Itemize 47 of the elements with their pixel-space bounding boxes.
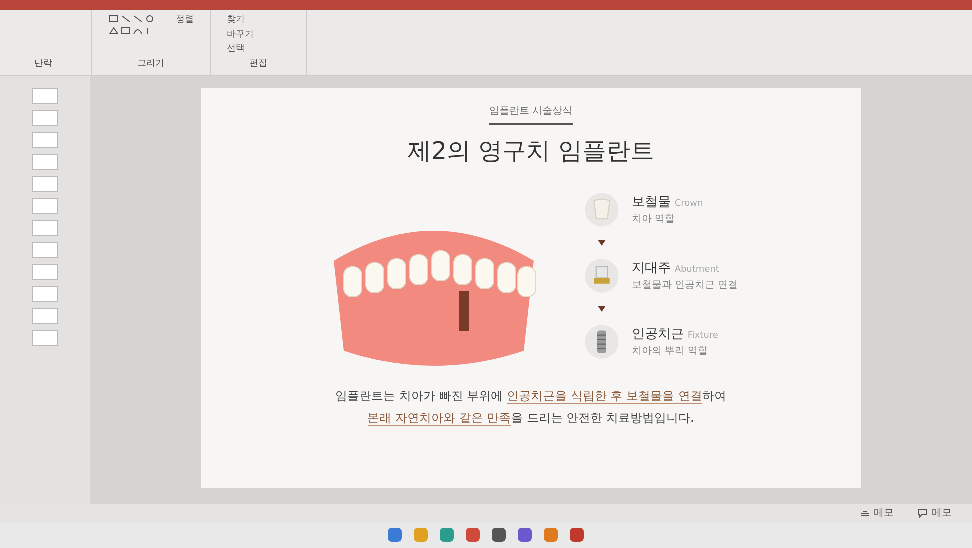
taskbar-app-icon[interactable]: [466, 528, 480, 542]
edit-menu-item[interactable]: 찾기: [227, 14, 254, 28]
notes-button[interactable]: 메모: [856, 506, 898, 520]
taskbar-app-icon[interactable]: [388, 528, 402, 542]
part-name: 지대주: [632, 260, 671, 278]
slide-thumbnail[interactable]: [32, 88, 58, 104]
slide-title: 제2의 영구치 임플란트: [408, 136, 654, 167]
part-description: 치아 역할: [632, 213, 676, 228]
edit-menu-item[interactable]: 선택: [227, 43, 254, 56]
slide-thumbnail[interactable]: [32, 132, 58, 148]
slide-thumbnail[interactable]: [32, 176, 58, 192]
slide-thumbnail[interactable]: [32, 198, 58, 214]
group-label: 단락: [34, 58, 52, 70]
slide-thumbnail[interactable]: [32, 330, 58, 346]
taskbar-app-icon[interactable]: [492, 528, 506, 542]
taskbar-app-icon[interactable]: [570, 528, 584, 542]
slide-thumbnail[interactable]: [32, 286, 58, 302]
down-arrow-icon: [598, 240, 606, 246]
part-description: 보철물과 인공치근 연결: [632, 279, 738, 294]
comments-button[interactable]: 메모: [914, 506, 956, 520]
down-arrow-icon: [598, 306, 606, 312]
abutment-icon: [584, 258, 620, 294]
part-description: 치아의 뿌리 역할: [632, 345, 710, 360]
group-label: 그리기: [138, 58, 164, 70]
taskbar-app-icon[interactable]: [440, 528, 454, 542]
slide-thumbnail[interactable]: [32, 242, 58, 258]
slide-thumbnail[interactable]: [32, 220, 58, 236]
edit-menu-item[interactable]: 바꾸기: [227, 28, 254, 42]
slide-subtitle: 임플란트 시술상식: [489, 104, 573, 125]
part-english-name: Crown: [674, 198, 704, 211]
fixture-icon: [584, 324, 620, 360]
slide-thumbnail[interactable]: [32, 264, 58, 280]
crown-icon: [584, 192, 620, 228]
part-name: 인공치근: [632, 326, 684, 344]
part-english-name: Fixture: [688, 330, 718, 343]
group-label: 편집: [250, 58, 268, 70]
description-line: 본래 자연치아와 같은 만족을 드리는 안전한 치료방법입니다.: [368, 410, 694, 427]
taskbar-app-icon[interactable]: [518, 528, 532, 542]
slide-thumbnail[interactable]: [32, 308, 58, 324]
part-english-name: Abutment: [674, 264, 720, 277]
slide-thumbnail[interactable]: [32, 154, 58, 170]
description-line: 임플란트는 치아가 빠진 부위에 인공치근을 식립한 후 보철물을 연결하여: [336, 388, 726, 405]
speech-bubble-icon: [918, 508, 928, 518]
arrange-button[interactable]: 정렬: [176, 14, 194, 28]
notes-icon: [860, 509, 870, 517]
part-name: 보철물: [632, 194, 671, 212]
slide-thumbnail[interactable]: [32, 110, 58, 126]
